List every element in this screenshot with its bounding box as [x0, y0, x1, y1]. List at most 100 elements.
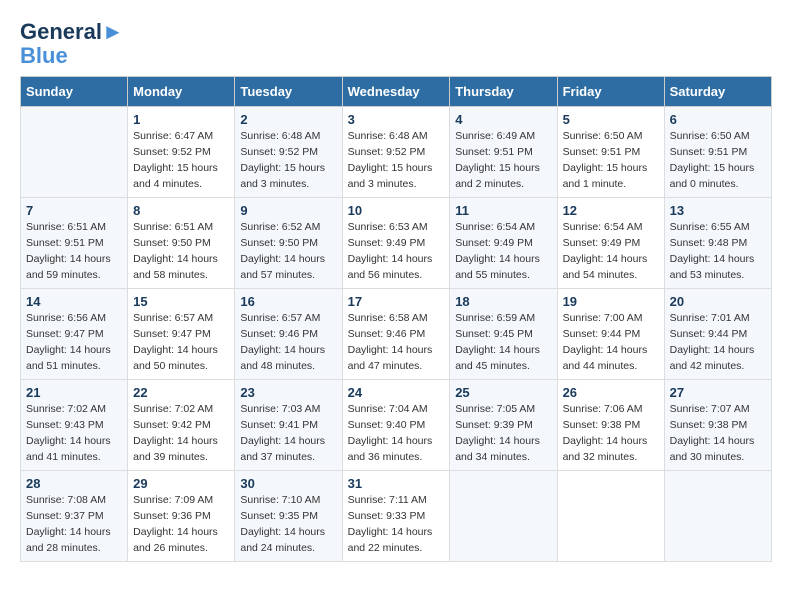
day-cell: 29 Sunrise: 7:09 AMSunset: 9:36 PMDayligh…: [128, 471, 235, 562]
day-cell: [557, 471, 664, 562]
day-number: 7: [26, 203, 122, 218]
day-cell: 23 Sunrise: 7:03 AMSunset: 9:41 PMDayligh…: [235, 380, 342, 471]
day-cell: 5Sunrise: 6:50 AMSunset: 9:51 PMDaylight…: [557, 107, 664, 198]
day-info: Sunrise: 6:58 AMSunset: 9:46 PMDaylight:…: [348, 311, 445, 374]
day-cell: 12 Sunrise: 6:54 AMSunset: 9:49 PMDayligh…: [557, 198, 664, 289]
day-cell: 19 Sunrise: 7:00 AMSunset: 9:44 PMDayligh…: [557, 289, 664, 380]
day-number: 29: [133, 476, 229, 491]
day-cell: 1 Sunrise: 6:47 AMSunset: 9:52 PMDaylight…: [128, 107, 235, 198]
day-cell: 4 Sunrise: 6:49 AMSunset: 9:51 PMDaylight…: [450, 107, 557, 198]
col-header-tuesday: Tuesday: [235, 77, 342, 107]
day-cell: [664, 471, 771, 562]
day-cell: 7 Sunrise: 6:51 AMSunset: 9:51 PMDaylight…: [21, 198, 128, 289]
week-row-2: 7 Sunrise: 6:51 AMSunset: 9:51 PMDaylight…: [21, 198, 772, 289]
day-info: Sunrise: 6:47 AMSunset: 9:52 PMDaylight:…: [133, 129, 229, 192]
day-cell: 28 Sunrise: 7:08 AMSunset: 9:37 PMDayligh…: [21, 471, 128, 562]
day-info: Sunrise: 6:49 AMSunset: 9:51 PMDaylight:…: [455, 129, 551, 192]
day-number: 19: [563, 294, 659, 309]
day-info: Sunrise: 6:48 AMSunset: 9:52 PMDaylight:…: [240, 129, 336, 192]
day-info: Sunrise: 7:09 AMSunset: 9:36 PMDaylight:…: [133, 493, 229, 556]
week-row-1: 1 Sunrise: 6:47 AMSunset: 9:52 PMDaylight…: [21, 107, 772, 198]
day-cell: 13 Sunrise: 6:55 AMSunset: 9:48 PMDayligh…: [664, 198, 771, 289]
day-number: 23: [240, 385, 336, 400]
day-info: Sunrise: 6:50 AMSunset: 9:51 PMDaylight:…: [670, 129, 766, 192]
header-row: SundayMondayTuesdayWednesdayThursdayFrid…: [21, 77, 772, 107]
day-info: Sunrise: 6:54 AMSunset: 9:49 PMDaylight:…: [455, 220, 551, 283]
logo-text: General►: [20, 20, 124, 44]
day-cell: 24Sunrise: 7:04 AMSunset: 9:40 PMDayligh…: [342, 380, 450, 471]
day-cell: 31Sunrise: 7:11 AMSunset: 9:33 PMDayligh…: [342, 471, 450, 562]
col-header-saturday: Saturday: [664, 77, 771, 107]
day-info: Sunrise: 6:59 AMSunset: 9:45 PMDaylight:…: [455, 311, 551, 374]
col-header-wednesday: Wednesday: [342, 77, 450, 107]
day-info: Sunrise: 6:55 AMSunset: 9:48 PMDaylight:…: [670, 220, 766, 283]
day-number: 2: [240, 112, 336, 127]
day-cell: 2 Sunrise: 6:48 AMSunset: 9:52 PMDaylight…: [235, 107, 342, 198]
day-cell: 9 Sunrise: 6:52 AMSunset: 9:50 PMDaylight…: [235, 198, 342, 289]
day-info: Sunrise: 7:00 AMSunset: 9:44 PMDaylight:…: [563, 311, 659, 374]
day-info: Sunrise: 6:54 AMSunset: 9:49 PMDaylight:…: [563, 220, 659, 283]
day-number: 11: [455, 203, 551, 218]
day-info: Sunrise: 7:03 AMSunset: 9:41 PMDaylight:…: [240, 402, 336, 465]
col-header-monday: Monday: [128, 77, 235, 107]
day-number: 27: [670, 385, 766, 400]
day-info: Sunrise: 6:57 AMSunset: 9:46 PMDaylight:…: [240, 311, 336, 374]
day-cell: 26 Sunrise: 7:06 AMSunset: 9:38 PMDayligh…: [557, 380, 664, 471]
day-number: 6: [670, 112, 766, 127]
week-row-3: 14 Sunrise: 6:56 AMSunset: 9:47 PMDayligh…: [21, 289, 772, 380]
day-cell: 11 Sunrise: 6:54 AMSunset: 9:49 PMDayligh…: [450, 198, 557, 289]
day-cell: 3Sunrise: 6:48 AMSunset: 9:52 PMDaylight…: [342, 107, 450, 198]
day-info: Sunrise: 6:51 AMSunset: 9:51 PMDaylight:…: [26, 220, 122, 283]
day-number: 28: [26, 476, 122, 491]
col-header-sunday: Sunday: [21, 77, 128, 107]
day-info: Sunrise: 7:06 AMSunset: 9:38 PMDaylight:…: [563, 402, 659, 465]
day-number: 9: [240, 203, 336, 218]
day-cell: 6 Sunrise: 6:50 AMSunset: 9:51 PMDaylight…: [664, 107, 771, 198]
col-header-friday: Friday: [557, 77, 664, 107]
day-info: Sunrise: 7:01 AMSunset: 9:44 PMDaylight:…: [670, 311, 766, 374]
day-info: Sunrise: 6:56 AMSunset: 9:47 PMDaylight:…: [26, 311, 122, 374]
col-header-thursday: Thursday: [450, 77, 557, 107]
day-number: 17: [348, 294, 445, 309]
day-info: Sunrise: 6:51 AMSunset: 9:50 PMDaylight:…: [133, 220, 229, 283]
day-number: 10: [348, 203, 445, 218]
day-number: 18: [455, 294, 551, 309]
day-info: Sunrise: 7:02 AMSunset: 9:43 PMDaylight:…: [26, 402, 122, 465]
day-cell: 30Sunrise: 7:10 AMSunset: 9:35 PMDayligh…: [235, 471, 342, 562]
day-number: 5: [563, 112, 659, 127]
day-number: 1: [133, 112, 229, 127]
day-info: Sunrise: 6:52 AMSunset: 9:50 PMDaylight:…: [240, 220, 336, 283]
day-number: 12: [563, 203, 659, 218]
day-info: Sunrise: 7:05 AMSunset: 9:39 PMDaylight:…: [455, 402, 551, 465]
day-info: Sunrise: 7:08 AMSunset: 9:37 PMDaylight:…: [26, 493, 122, 556]
day-number: 4: [455, 112, 551, 127]
day-number: 26: [563, 385, 659, 400]
week-row-5: 28 Sunrise: 7:08 AMSunset: 9:37 PMDayligh…: [21, 471, 772, 562]
day-cell: 27Sunrise: 7:07 AMSunset: 9:38 PMDayligh…: [664, 380, 771, 471]
day-info: Sunrise: 6:57 AMSunset: 9:47 PMDaylight:…: [133, 311, 229, 374]
logo-blue: Blue: [20, 44, 124, 68]
day-number: 13: [670, 203, 766, 218]
day-number: 8: [133, 203, 229, 218]
day-cell: 15 Sunrise: 6:57 AMSunset: 9:47 PMDayligh…: [128, 289, 235, 380]
page-header: General► Blue: [20, 20, 772, 68]
day-info: Sunrise: 7:04 AMSunset: 9:40 PMDaylight:…: [348, 402, 445, 465]
day-info: Sunrise: 7:02 AMSunset: 9:42 PMDaylight:…: [133, 402, 229, 465]
day-cell: 20 Sunrise: 7:01 AMSunset: 9:44 PMDayligh…: [664, 289, 771, 380]
day-number: 16: [240, 294, 336, 309]
day-number: 22: [133, 385, 229, 400]
day-cell: [450, 471, 557, 562]
day-info: Sunrise: 6:53 AMSunset: 9:49 PMDaylight:…: [348, 220, 445, 283]
week-row-4: 21Sunrise: 7:02 AMSunset: 9:43 PMDayligh…: [21, 380, 772, 471]
day-cell: 10 Sunrise: 6:53 AMSunset: 9:49 PMDayligh…: [342, 198, 450, 289]
day-cell: 17 Sunrise: 6:58 AMSunset: 9:46 PMDayligh…: [342, 289, 450, 380]
day-cell: 21Sunrise: 7:02 AMSunset: 9:43 PMDayligh…: [21, 380, 128, 471]
day-number: 20: [670, 294, 766, 309]
day-cell: 14 Sunrise: 6:56 AMSunset: 9:47 PMDayligh…: [21, 289, 128, 380]
day-number: 3: [348, 112, 445, 127]
day-number: 15: [133, 294, 229, 309]
day-number: 14: [26, 294, 122, 309]
calendar-table: SundayMondayTuesdayWednesdayThursdayFrid…: [20, 76, 772, 562]
day-cell: [21, 107, 128, 198]
day-cell: 18 Sunrise: 6:59 AMSunset: 9:45 PMDayligh…: [450, 289, 557, 380]
